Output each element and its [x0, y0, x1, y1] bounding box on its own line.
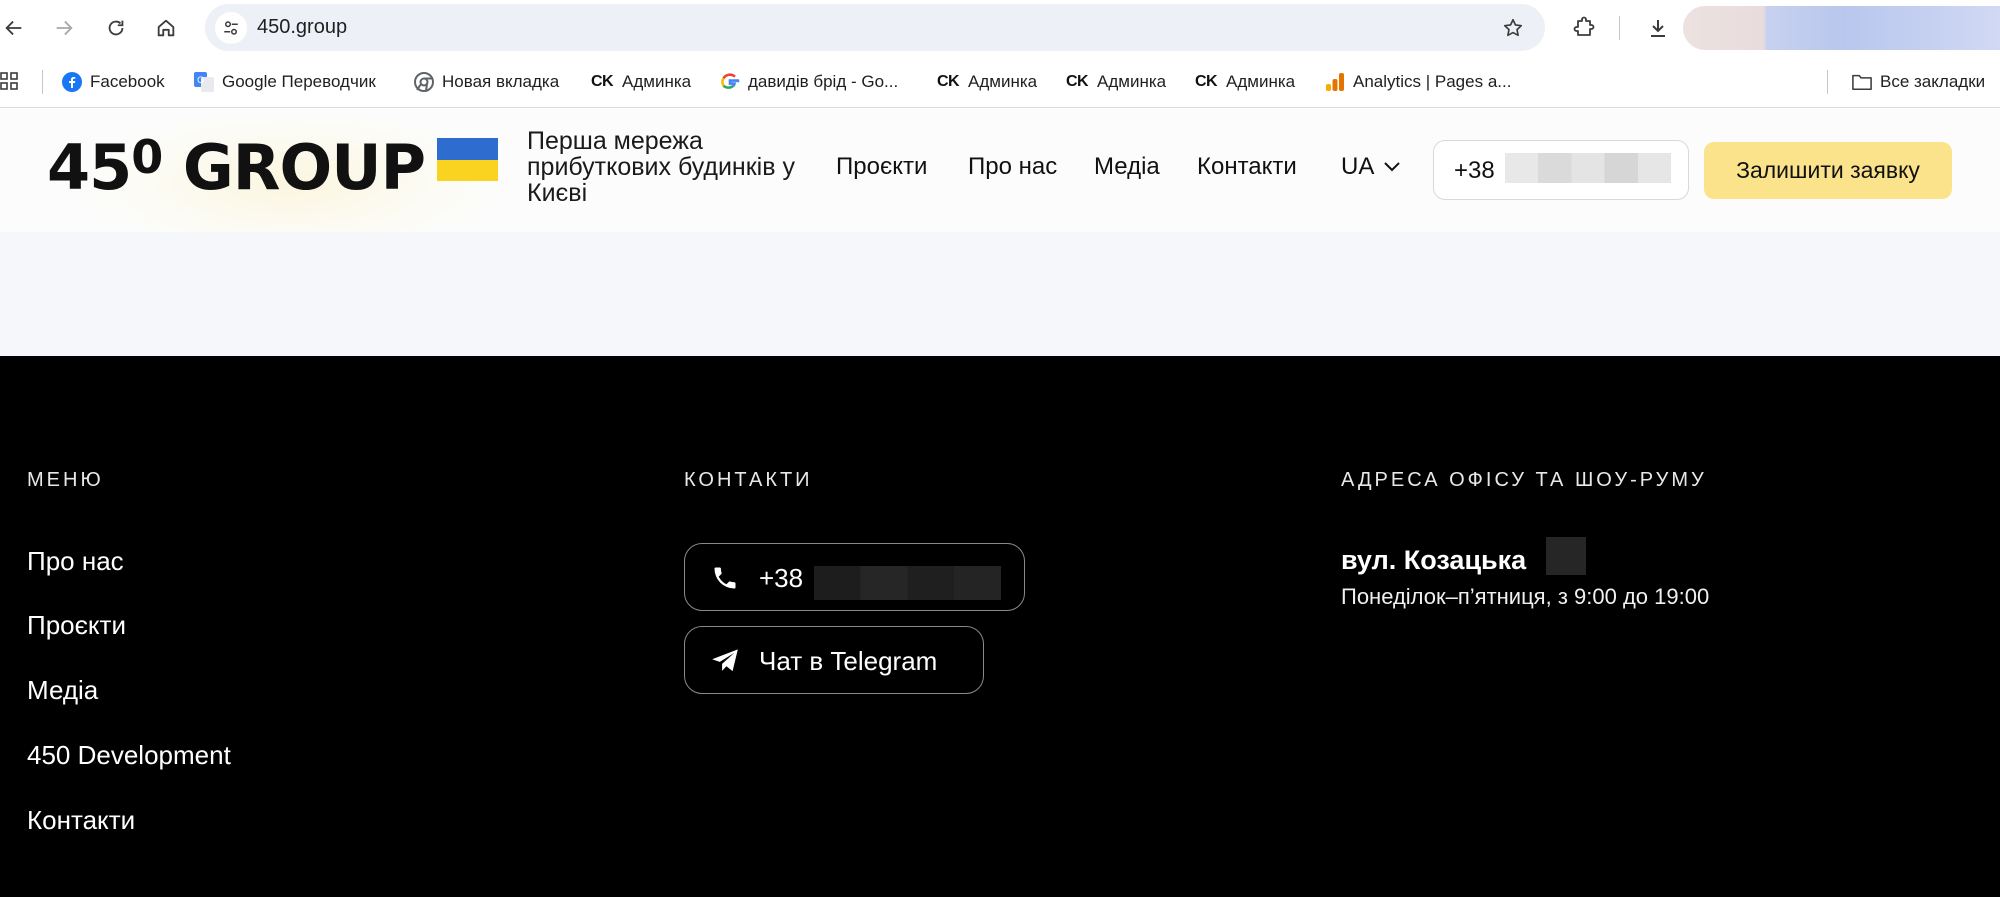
bookmark-label: Google Переводчик	[222, 72, 376, 91]
telegram-icon	[711, 647, 739, 675]
logo-text: 45	[47, 131, 132, 204]
home-icon[interactable]	[148, 10, 184, 46]
bookmark-label: Админка	[1226, 72, 1296, 91]
apps-grid-icon[interactable]	[0, 70, 20, 94]
folder-icon	[1852, 72, 1872, 92]
profile-avatar[interactable]	[1683, 6, 2000, 50]
phone-icon	[711, 564, 739, 592]
telegram-label: Чат в Telegram	[759, 646, 938, 676]
leave-request-button[interactable]: Залишити заявку	[1704, 142, 1952, 199]
footer-phone-prefix: +38	[759, 563, 804, 593]
nav-about[interactable]: Про нас	[968, 153, 1057, 181]
bookmark-google-translate[interactable]: G Google Переводчик	[194, 70, 376, 94]
phone-number-redacted	[1505, 153, 1671, 183]
google-icon	[720, 72, 740, 92]
site-settings-icon[interactable]	[215, 12, 247, 44]
address-number-redacted	[1546, 537, 1586, 575]
bookmark-analytics[interactable]: Analytics | Pages a...	[1325, 70, 1511, 94]
bookmark-label: Facebook	[90, 72, 165, 91]
ck-icon: CK	[590, 73, 614, 90]
footer-contacts-heading: КОНТАКТИ	[684, 469, 813, 491]
chevron-down-icon	[1384, 162, 1401, 172]
footer-phone-button[interactable]: +38	[684, 543, 1025, 611]
bookmarks-divider	[1827, 70, 1828, 94]
all-bookmarks-label: Все закладки	[1880, 72, 1986, 91]
ukraine-flag-icon	[437, 138, 498, 181]
chrome-icon	[414, 72, 434, 92]
telegram-chat-button[interactable]: Чат в Telegram	[684, 626, 984, 694]
reload-icon[interactable]	[98, 10, 134, 46]
footer-link-media[interactable]: Медіа	[27, 675, 98, 706]
phone-prefix: +38	[1454, 157, 1495, 184]
site-header: 450 GROUP Перша мережа прибуткових будин…	[0, 109, 2000, 232]
language-selector[interactable]: UA	[1341, 153, 1401, 181]
footer-address-heading: АДРЕСА ОФІСУ ТА ШОУ-РУМУ	[1341, 469, 1707, 491]
bookmark-star-icon[interactable]	[1499, 14, 1527, 42]
ck-icon: CK	[1194, 73, 1218, 90]
ck-icon: CK	[936, 73, 960, 90]
bookmarks-divider	[42, 70, 43, 94]
all-bookmarks[interactable]: Все закладки	[1852, 70, 1985, 94]
toolbar-divider	[1619, 16, 1620, 40]
back-arrow-icon[interactable]	[0, 10, 32, 46]
bookmark-label: давидів брід - Go...	[748, 72, 899, 91]
footer-link-development[interactable]: 450 Development	[27, 740, 231, 771]
browser-toolbar: 450.group	[0, 0, 2000, 56]
content-band	[0, 232, 2000, 356]
ck-icon: CK	[1065, 73, 1089, 90]
bookmark-label: Админка	[1097, 72, 1167, 91]
logo-group-text: GROUP	[162, 131, 426, 204]
google-translate-icon: G	[194, 72, 214, 92]
address-bar[interactable]: 450.group	[205, 4, 1545, 51]
footer-link-contacts[interactable]: Контакти	[27, 805, 135, 836]
bookmark-admin-1[interactable]: CK Админка	[590, 70, 691, 94]
footer-link-about[interactable]: Про нас	[27, 546, 124, 577]
bookmark-label: Analytics | Pages a...	[1353, 72, 1512, 91]
facebook-icon	[62, 72, 82, 92]
svg-text:G: G	[197, 76, 204, 86]
site-tagline: Перша мережа прибуткових будинків у Києв…	[527, 127, 795, 207]
office-hours: Понеділок–п’ятниця, з 9:00 до 19:00	[1341, 584, 1710, 609]
extensions-icon[interactable]	[1566, 10, 1602, 46]
forward-arrow-icon[interactable]	[46, 10, 82, 46]
bookmark-label: Новая вкладка	[442, 72, 560, 91]
nav-contacts[interactable]: Контакти	[1197, 153, 1297, 181]
analytics-icon	[1325, 72, 1345, 92]
bookmark-new-tab[interactable]: Новая вкладка	[414, 70, 559, 94]
language-label: UA	[1341, 153, 1375, 180]
site-footer: МЕНЮ Про нас Проєкти Медіа 450 Developme…	[0, 356, 2000, 897]
bookmark-google-search[interactable]: давидів брід - Go...	[720, 70, 898, 94]
url-text[interactable]: 450.group	[257, 16, 347, 39]
download-icon[interactable]	[1640, 10, 1676, 46]
nav-projects[interactable]: Проєкти	[836, 153, 927, 181]
footer-menu-heading: МЕНЮ	[27, 469, 104, 491]
bookmark-label: Админка	[622, 72, 692, 91]
phone-number-redacted	[814, 566, 1001, 600]
header-phone[interactable]: +38	[1433, 140, 1689, 200]
nav-media[interactable]: Медіа	[1094, 153, 1160, 181]
site-logo[interactable]: 450 GROUP	[47, 134, 426, 199]
logo-superscript: 0	[131, 130, 163, 184]
bookmarks-bar: Facebook G Google Переводчик Новая вклад…	[0, 56, 2000, 108]
bookmark-admin-3[interactable]: CK Админка	[1065, 70, 1166, 94]
bookmark-admin-2[interactable]: CK Админка	[936, 70, 1037, 94]
footer-link-projects[interactable]: Проєкти	[27, 610, 126, 641]
office-address: вул. Козацька	[1341, 545, 1527, 575]
bookmark-label: Админка	[968, 72, 1038, 91]
bookmark-facebook[interactable]: Facebook	[62, 70, 165, 94]
bookmark-admin-4[interactable]: CK Админка	[1194, 70, 1295, 94]
